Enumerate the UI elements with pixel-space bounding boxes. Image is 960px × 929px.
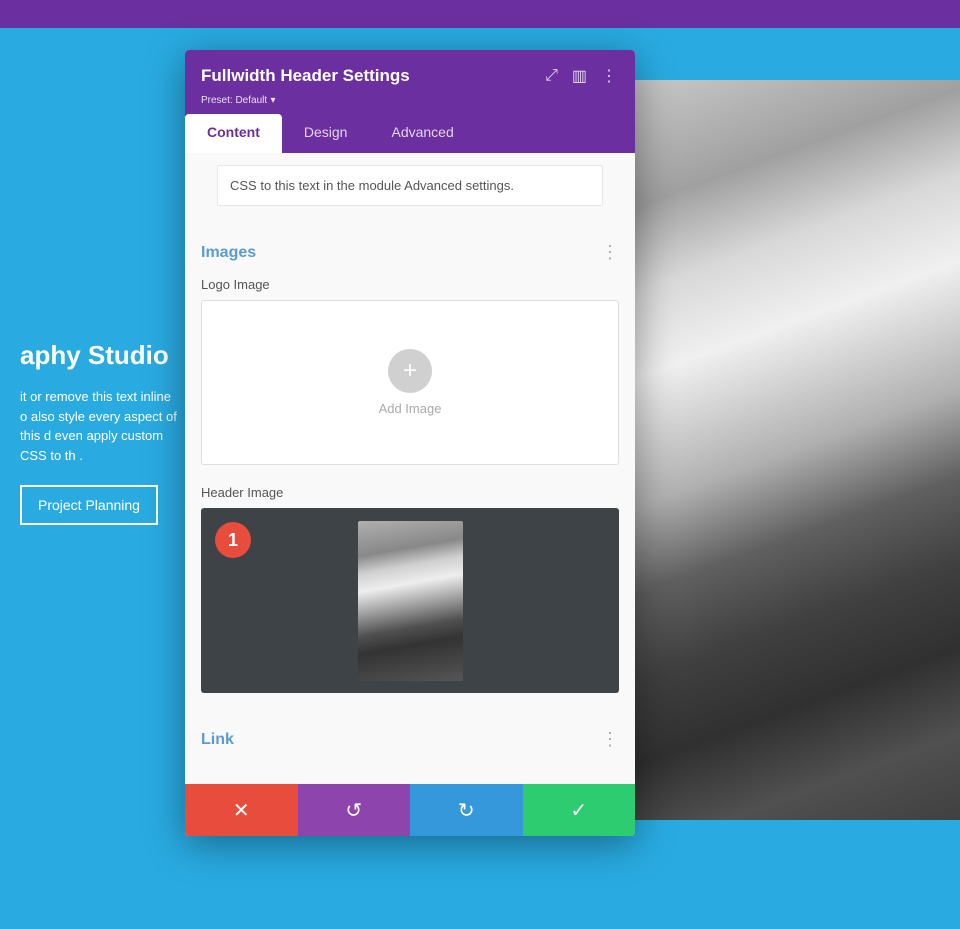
page-title: aphy Studio [20, 340, 180, 371]
text-note: CSS to this text in the module Advanced … [217, 165, 603, 206]
cancel-button[interactable]: ✕ [185, 784, 298, 836]
undo-button[interactable]: ↺ [298, 784, 411, 836]
modal-header-top: Fullwidth Header Settings ⤢ ▥ ⋮ [201, 64, 619, 88]
modal-title: Fullwidth Header Settings [201, 66, 410, 86]
modal-body: CSS to this text in the module Advanced … [185, 153, 635, 784]
images-section-menu-icon[interactable]: ⋮ [601, 242, 619, 263]
more-menu-icon[interactable]: ⋮ [599, 64, 619, 88]
page-body-text: it or remove this text inline o also sty… [20, 387, 180, 465]
tab-content[interactable]: Content [185, 114, 282, 153]
images-section: Images ⋮ Logo Image + Add Image Header I… [185, 226, 635, 693]
modal-tabs: Content Design Advanced [185, 114, 635, 153]
top-bar [0, 0, 960, 28]
link-section-title: Link [201, 731, 234, 749]
header-image-container[interactable]: 1 [201, 508, 619, 693]
link-section: Link ⋮ [185, 713, 635, 784]
header-image-label: Header Image [201, 485, 619, 500]
redo-button[interactable]: ↻ [410, 784, 523, 836]
logo-image-label: Logo Image [201, 277, 619, 292]
header-image-count-badge: 1 [215, 522, 251, 558]
header-image-field: Header Image 1 [201, 485, 619, 693]
project-planning-button[interactable]: Project Planning [20, 485, 158, 525]
save-button[interactable]: ✓ [523, 784, 636, 836]
settings-modal: Fullwidth Header Settings ⤢ ▥ ⋮ Preset: … [185, 50, 635, 836]
add-image-label: Add Image [379, 401, 442, 416]
logo-image-upload[interactable]: + Add Image [201, 300, 619, 465]
modal-header: Fullwidth Header Settings ⤢ ▥ ⋮ Preset: … [185, 50, 635, 114]
logo-image-field: Logo Image + Add Image [201, 277, 619, 465]
link-section-menu-icon[interactable]: ⋮ [601, 729, 619, 750]
thumbnail-image [358, 521, 463, 681]
tab-advanced[interactable]: Advanced [369, 114, 475, 153]
preset-selector[interactable]: Preset: Default ▾ [201, 92, 619, 106]
header-image-thumbnail [358, 521, 463, 681]
tab-design[interactable]: Design [282, 114, 370, 153]
images-section-title: Images [201, 244, 256, 262]
photo-image [630, 80, 960, 820]
add-image-icon: + [388, 349, 432, 393]
link-section-header: Link ⋮ [201, 729, 619, 750]
modal-footer: ✕ ↺ ↻ ✓ [185, 784, 635, 836]
background-photo [630, 80, 960, 820]
page-text-block: aphy Studio it or remove this text inlin… [0, 320, 200, 545]
split-icon[interactable]: ▥ [570, 64, 589, 88]
modal-header-icons: ⤢ ▥ ⋮ [543, 64, 619, 88]
text-note-wrapper: CSS to this text in the module Advanced … [185, 153, 635, 226]
expand-icon[interactable]: ⤢ [543, 65, 560, 87]
images-section-header: Images ⋮ [201, 242, 619, 263]
